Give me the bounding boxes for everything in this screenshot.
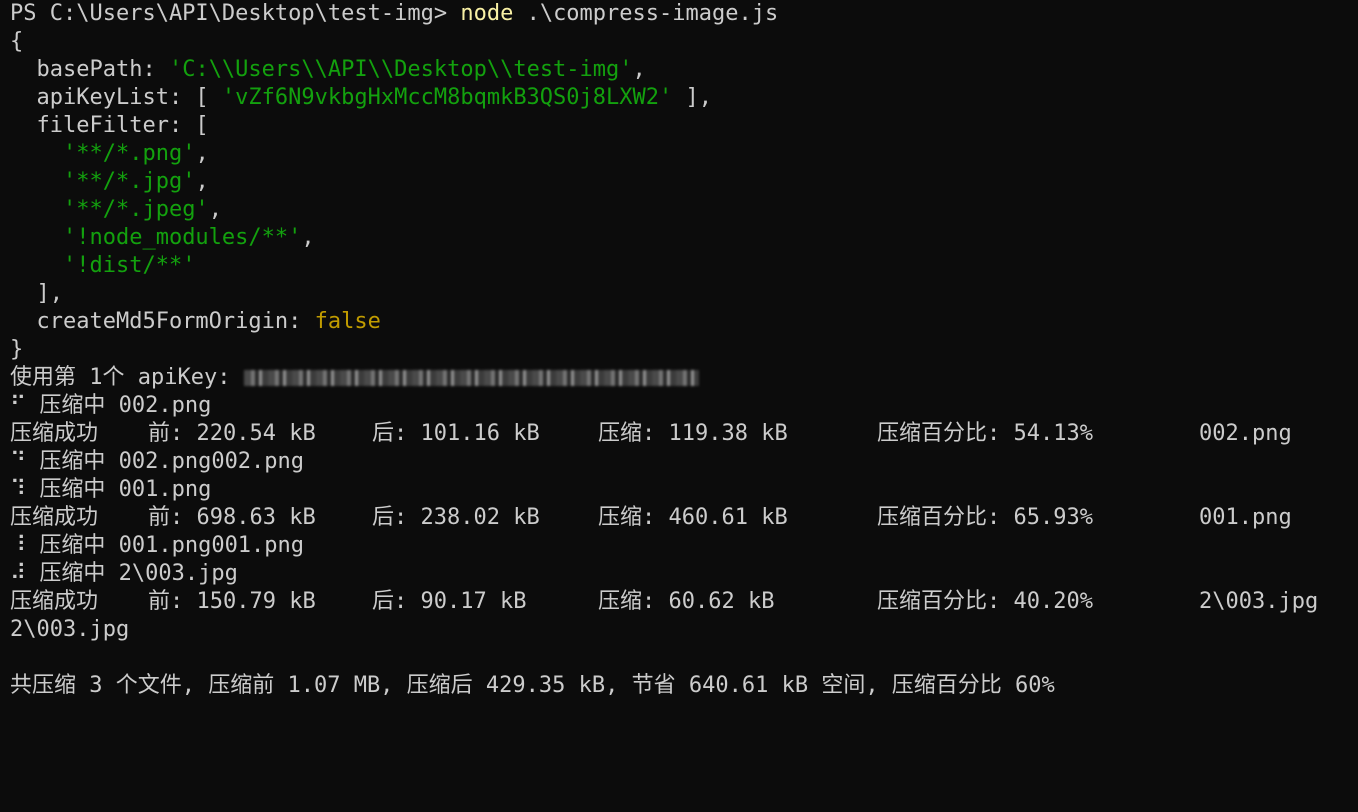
command-name: node: [460, 1, 514, 26]
progress-line: ⠼ 压缩中 2\003.jpg: [10, 561, 238, 586]
result-saved: 压缩: 460.61 kB: [598, 505, 788, 530]
apikey-label: 使用第 1个 apiKey:: [10, 365, 244, 390]
punctuation: ,: [208, 197, 222, 222]
result-percent: 压缩百分比: 65.93%: [877, 505, 1093, 530]
result-file: 2\003.jpg: [1199, 589, 1319, 614]
config-createmd5-line: createMd5FormOrigin: false: [10, 308, 381, 336]
config-basepath-line: basePath: 'C:\\Users\\API\\Desktop\\test…: [10, 56, 646, 84]
redacted-apikey: [243, 370, 699, 386]
command-args: .\compress-image.js: [513, 1, 779, 26]
result-after: 后: 238.02 kB: [372, 505, 540, 530]
config-string-value: '!node_modules/**': [62, 225, 302, 250]
result-saved: 压缩: 60.62 kB: [598, 589, 775, 614]
config-key: basePath:: [10, 57, 169, 82]
config-filefilter-line: fileFilter: [: [10, 113, 209, 138]
result-status: 压缩成功: [10, 421, 99, 446]
config-string-value: '**/*.png': [62, 141, 196, 166]
config-filter-item: '**/*.jpg',: [10, 168, 209, 196]
apikey-line: 使用第 1个 apiKey:: [10, 364, 699, 392]
result-after: 后: 101.16 kB: [372, 421, 540, 446]
config-filter-item: '**/*.jpeg',: [10, 196, 222, 224]
progress-line: ⠋ 压缩中 002.png: [10, 393, 212, 418]
config-key: apiKeyList: [: [10, 85, 222, 110]
config-filefilter-end: ],: [10, 281, 63, 306]
terminal-window[interactable]: PS C:\Users\API\Desktop\test-img> node .…: [0, 0, 1358, 701]
punctuation: ,: [632, 57, 646, 82]
punctuation: ,: [195, 169, 209, 194]
result-line: 压缩成功 前: 698.63 kB 后: 238.02 kB 压缩: 460.6…: [10, 504, 1292, 532]
result-saved: 压缩: 119.38 kB: [598, 421, 788, 446]
config-filter-item: '**/*.png',: [10, 140, 209, 168]
result-status: 压缩成功: [10, 505, 99, 530]
config-apikeylist-line: apiKeyList: [ 'vZf6N9vkbgHxMccM8bqmkB3QS…: [10, 84, 712, 112]
prompt-line: PS C:\Users\API\Desktop\test-img> node .…: [10, 0, 778, 28]
result-percent: 压缩百分比: 40.20%: [877, 589, 1093, 614]
output-line: 2\003.jpg: [10, 617, 130, 642]
result-before: 前: 220.54 kB: [148, 421, 316, 446]
result-percent: 压缩百分比: 54.13%: [877, 421, 1093, 446]
prompt-path: PS C:\Users\API\Desktop\test-img>: [10, 1, 461, 26]
result-file: 002.png: [1199, 421, 1292, 446]
config-string-value: 'C:\\Users\\API\\Desktop\\test-img': [168, 57, 633, 82]
config-close-brace: }: [10, 337, 24, 362]
config-boolean-value: false: [314, 309, 381, 334]
result-before: 前: 698.63 kB: [148, 505, 316, 530]
config-string-value: '!dist/**': [62, 253, 196, 278]
result-line: 压缩成功 前: 220.54 kB 后: 101.16 kB 压缩: 119.3…: [10, 420, 1292, 448]
config-open-brace: {: [10, 29, 24, 54]
punctuation: ,: [301, 225, 315, 250]
punctuation: ,: [195, 141, 209, 166]
result-line: 压缩成功 前: 150.79 kB 后: 90.17 kB 压缩: 60.62 …: [10, 588, 1318, 616]
config-filter-item: '!node_modules/**',: [10, 224, 315, 252]
config-filter-item: '!dist/**': [10, 252, 195, 280]
progress-line: ⠸ 压缩中 001.png001.png: [10, 533, 305, 558]
result-before: 前: 150.79 kB: [148, 589, 316, 614]
result-file: 001.png: [1199, 505, 1292, 530]
config-string-value: '**/*.jpeg': [62, 197, 209, 222]
progress-line: ⠙ 压缩中 002.png002.png: [10, 449, 305, 474]
config-key: createMd5FormOrigin:: [10, 309, 315, 334]
result-after: 后: 90.17 kB: [372, 589, 527, 614]
progress-line: ⠹ 压缩中 001.png: [10, 477, 212, 502]
punctuation: ],: [672, 85, 713, 110]
config-string-value: '**/*.jpg': [62, 169, 196, 194]
result-status: 压缩成功: [10, 589, 99, 614]
config-string-value: 'vZf6N9vkbgHxMccM8bqmkB3QS0j8LXW2': [221, 85, 673, 110]
summary-line: 共压缩 3 个文件, 压缩前 1.07 MB, 压缩后 429.35 kB, 节…: [10, 673, 1055, 698]
